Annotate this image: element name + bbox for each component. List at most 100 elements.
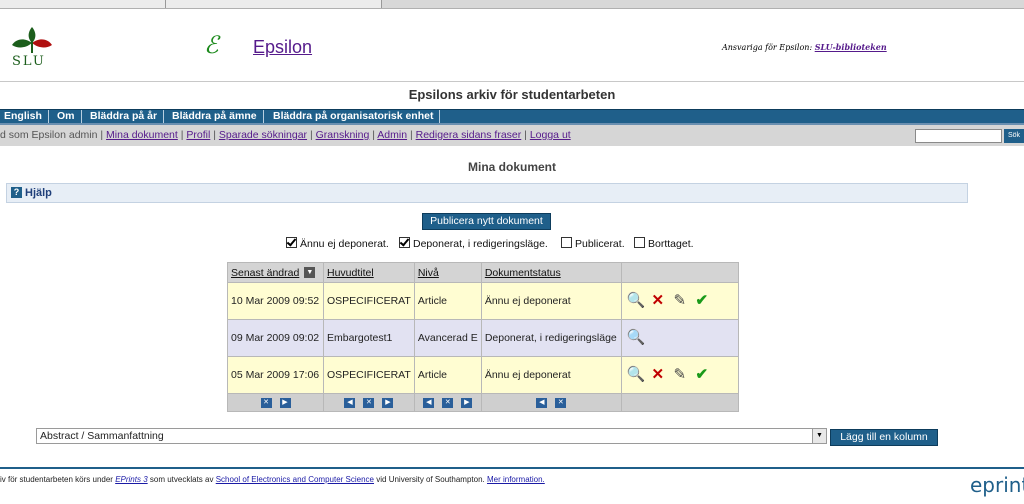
cell-actions: 🔍 ✕ ✎ ✔	[620, 356, 739, 394]
move-right-icon[interactable]: ▶	[461, 397, 473, 408]
link-saved-searches[interactable]: Sparade sökningar	[219, 129, 307, 141]
move-right-icon[interactable]: ▶	[279, 397, 291, 408]
table-header-row: Senast ändrad ▼ Huvudtitel Nivå Dokuments…	[227, 262, 739, 283]
view-icon[interactable]: 🔍	[627, 292, 646, 310]
move-left-icon[interactable]: ◀	[344, 397, 356, 408]
slu-wordmark: SLU	[12, 54, 46, 69]
responsible-label: Ansvariga för Epsilon:	[722, 43, 813, 52]
cell-title: Embargotest1	[323, 319, 415, 357]
search-button[interactable]: Sök	[1004, 129, 1024, 143]
cell-level: Article	[413, 356, 482, 394]
col-controls: ✕ ▶	[227, 393, 324, 412]
nav-item-browse-org-unit[interactable]: Bläddra på organisatorisk enhet	[267, 110, 441, 123]
remove-column-icon[interactable]: ✕	[442, 397, 454, 408]
move-right-icon[interactable]: ▶	[382, 397, 394, 408]
delete-icon[interactable]: ✕	[649, 366, 667, 384]
search-input[interactable]	[915, 129, 1002, 143]
table-row: 09 Mar 2009 09:02 Embargotest1 Avancerad…	[227, 319, 739, 357]
cell-actions: 🔍	[620, 319, 739, 357]
filter-removed-checkbox[interactable]	[634, 237, 645, 248]
footer-text: som utvecklats av	[149, 475, 214, 484]
edit-icon[interactable]: ✎	[671, 366, 689, 384]
view-icon[interactable]: 🔍	[627, 366, 646, 384]
chevron-down-icon[interactable]: ▼	[812, 429, 826, 443]
add-column-button[interactable]: Lägg till en kolumn	[830, 429, 938, 446]
edit-icon[interactable]: ✎	[671, 292, 689, 310]
link-profile[interactable]: Profil	[186, 129, 210, 141]
filter-not-deposited[interactable]: Ännu ej deponerat.	[286, 237, 389, 251]
help-label[interactable]: Hjälp	[25, 184, 52, 202]
filter-removed[interactable]: Borttaget.	[634, 237, 694, 251]
col-header-last-modified[interactable]: Senast ändrad ▼	[227, 262, 324, 283]
nav-item-om[interactable]: Om	[51, 110, 82, 123]
epsilon-home-link[interactable]: Epsilon	[253, 37, 312, 58]
link-admin[interactable]: Admin	[377, 129, 407, 141]
school-link[interactable]: School of Electronics and Computer Scien…	[216, 475, 374, 484]
browser-tab[interactable]	[0, 0, 166, 8]
logged-in-as: d som Epsilon admin |	[0, 129, 104, 141]
cell-status: Deponerat, i redigeringsläge	[480, 319, 622, 357]
help-toggle-icon[interactable]: ?	[11, 187, 22, 198]
col-header-label[interactable]: Huvudtitel	[327, 267, 374, 279]
col-header-label[interactable]: Nivå	[418, 267, 439, 279]
epsilon-logo-icon: ℰ	[204, 31, 219, 59]
table-row: 05 Mar 2009 17:06 OSPECIFICERAT Article …	[227, 356, 739, 394]
publish-new-document-button[interactable]: Publicera nytt dokument	[422, 213, 551, 230]
cell-status: Ännu ej deponerat	[480, 282, 622, 320]
delete-icon[interactable]: ✕	[649, 292, 667, 310]
responsible-info: Ansvariga för Epsilon: SLU-biblioteken	[722, 42, 887, 52]
slu-library-link[interactable]: SLU-biblioteken	[815, 42, 887, 52]
filter-published[interactable]: Publicerat.	[561, 237, 625, 251]
col-header-actions	[620, 262, 739, 283]
move-left-icon[interactable]: ◀	[536, 397, 548, 408]
documents-table: Senast ändrad ▼ Huvudtitel Nivå Dokuments…	[227, 262, 739, 412]
filter-deposited-editing-checkbox[interactable]	[399, 237, 410, 248]
filter-label: Ännu ej deponerat.	[300, 238, 389, 250]
link-logout[interactable]: Logga ut	[530, 129, 571, 141]
link-edit-phrases[interactable]: Redigera sidans fraser	[416, 129, 522, 141]
cell-level: Avancerad E	[413, 319, 482, 357]
link-review[interactable]: Granskning	[316, 129, 370, 141]
link-my-documents[interactable]: Mina dokument	[106, 129, 178, 141]
remove-column-icon[interactable]: ✕	[363, 397, 375, 408]
cell-date: 05 Mar 2009 17:06	[227, 356, 324, 394]
remove-column-icon[interactable]: ✕	[260, 397, 272, 408]
col-header-level[interactable]: Nivå	[413, 262, 482, 283]
filter-not-deposited-checkbox[interactable]	[286, 237, 297, 248]
eprints-logo[interactable]: eprint	[970, 473, 1024, 497]
deposit-icon[interactable]: ✔	[693, 366, 711, 384]
cell-actions: 🔍 ✕ ✎ ✔	[620, 282, 739, 320]
column-select[interactable]: Abstract / Sammanfattning ▼	[36, 428, 827, 444]
browser-tab-active[interactable]	[166, 0, 382, 8]
col-header-label[interactable]: Senast ändrad	[231, 267, 299, 279]
table-row: 10 Mar 2009 09:52 OSPECIFICERAT Article …	[227, 282, 739, 320]
filter-published-checkbox[interactable]	[561, 237, 572, 248]
deposit-icon[interactable]: ✔	[693, 292, 711, 310]
help-bar[interactable]: ? Hjälp	[6, 183, 968, 203]
sort-desc-icon[interactable]: ▼	[304, 267, 316, 279]
site-header: SLU ℰ Epsilon Ansvariga för Epsilon: SLU…	[0, 9, 1024, 82]
nav-item-english[interactable]: English	[0, 110, 49, 123]
col-header-title[interactable]: Huvudtitel	[323, 262, 415, 283]
filter-label: Publicerat.	[575, 238, 625, 250]
col-controls: ◀ ✕ ▶	[413, 393, 482, 412]
nav-item-browse-subject[interactable]: Bläddra på ämne	[166, 110, 264, 123]
move-left-icon[interactable]: ◀	[423, 397, 435, 408]
cell-title: OSPECIFICERAT	[323, 356, 415, 394]
footer: iv för studentarbeten körs under EPrints…	[0, 475, 545, 484]
remove-column-icon[interactable]: ✕	[555, 397, 567, 408]
eprints-link[interactable]: EPrints 3	[115, 475, 147, 484]
column-controls-row: ✕ ▶ ◀ ✕ ▶ ◀ ✕ ▶ ◀ ✕	[227, 393, 739, 412]
more-info-link[interactable]: Mer information.	[487, 475, 545, 484]
cell-title: OSPECIFICERAT	[323, 282, 415, 320]
col-header-label[interactable]: Dokumentstatus	[485, 267, 561, 279]
main-nav: English Om Bläddra på år Bläddra på ämne…	[0, 109, 1024, 125]
page-title: Mina dokument	[467, 160, 556, 174]
nav-item-browse-year[interactable]: Bläddra på år	[84, 110, 165, 123]
view-icon[interactable]: 🔍	[627, 329, 646, 347]
col-header-status[interactable]: Dokumentstatus	[480, 262, 622, 283]
col-controls: ◀ ✕ ▶	[323, 393, 415, 412]
cell-level: Article	[413, 282, 482, 320]
filter-deposited-editing[interactable]: Deponerat, i redigeringsläge.	[399, 237, 548, 251]
footer-divider	[0, 467, 1024, 469]
